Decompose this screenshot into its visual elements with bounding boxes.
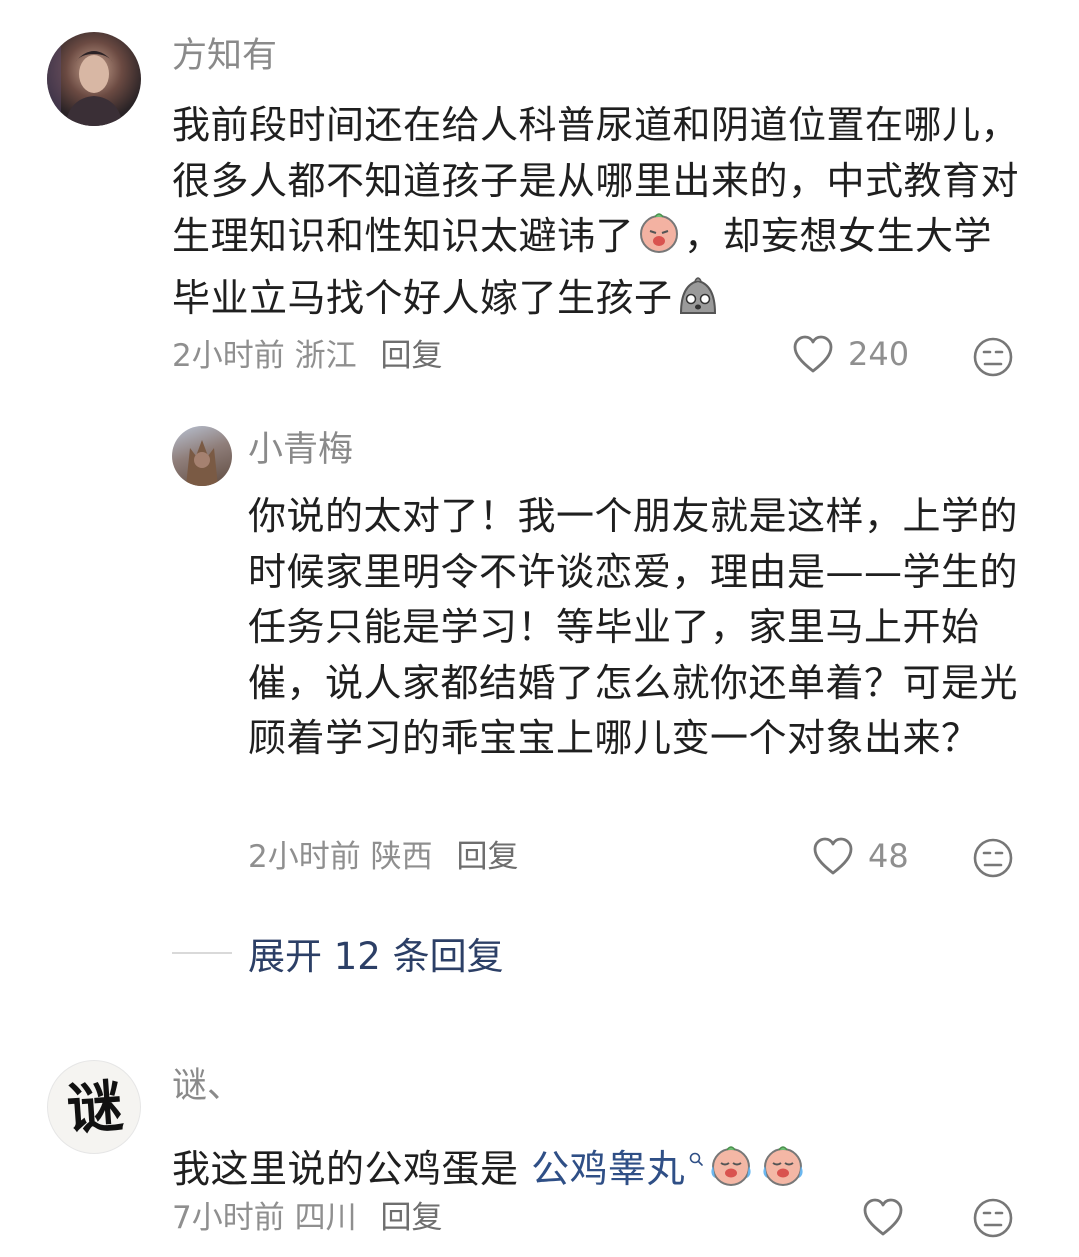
search-icon[interactable] [689,1128,705,1184]
avatar-glyph: 谜 [64,1073,126,1143]
reply-item: 小青梅 你说的太对了！我一个朋友就是这样，上学的时候家里明令不许谈恋爱，理由是—… [0,400,1079,900]
dislike-face-icon [972,337,1014,382]
crying-emoji-icon [636,209,682,271]
dislike-face-icon [972,838,1014,883]
avatar[interactable]: 谜 [47,1060,141,1154]
reply-button[interactable]: 回复 [456,839,518,875]
reply-button[interactable]: 回复 [380,1200,442,1236]
comment-text: 我前段时间还在给人科普尿道和阴道位置在哪儿，很多人都不知道孩子是从哪里出来的，中… [172,98,1022,332]
expand-replies-label: 展开 12 条回复 [248,935,504,978]
location: 浙江 [294,338,357,374]
avatar[interactable] [172,426,232,486]
expand-replies-button[interactable]: 展开 12 条回复 [172,926,504,980]
dislike-button[interactable] [972,1197,1014,1243]
dislike-button[interactable] [972,336,1014,382]
timestamp: 2小时前 [172,338,285,374]
search-link[interactable]: 公鸡睾丸 [531,1147,685,1191]
heart-icon [862,1197,904,1237]
comment-meta: 2小时前 浙江 回复 [172,336,442,376]
location: 陕西 [370,839,433,875]
location: 四川 [294,1200,357,1236]
shocked-emoji-icon [675,271,721,333]
like-button[interactable]: 48 [812,836,909,876]
heart-icon [792,334,834,374]
comment-meta: 2小时前 陕西 回复 [248,837,518,877]
username[interactable]: 小青梅 [248,430,353,470]
username[interactable]: 谜、 [172,1066,242,1106]
like-button[interactable]: 240 [792,334,909,374]
like-count: 48 [868,837,909,875]
comment-meta: 7小时前 四川 回复 [172,1198,442,1238]
comment-item: 方知有 我前段时间还在给人科普尿道和阴道位置在哪儿，很多人都不知道孩子是从哪里出… [0,0,1079,400]
comment-text: 我这里说的公鸡蛋是 公鸡睾丸 [172,1128,1032,1204]
like-button[interactable] [862,1197,904,1237]
like-count: 240 [848,335,910,373]
comment-text-part: 我这里说的公鸡蛋是 [172,1147,532,1191]
username[interactable]: 方知有 [172,36,277,76]
dislike-button[interactable] [972,837,1014,883]
heart-icon [812,836,854,876]
avatar[interactable] [47,32,141,126]
crying-emoji-icon [707,1142,755,1204]
comment-item: 谜 谜、 我这里说的公鸡蛋是 公鸡睾丸 7小时前 四川 回复 [0,1040,1079,1257]
reply-button[interactable]: 回复 [380,338,442,374]
crying-emoji-icon [759,1142,807,1204]
divider [172,952,232,954]
dislike-face-icon [972,1198,1014,1243]
timestamp: 7小时前 [172,1200,285,1236]
timestamp: 2小时前 [248,839,361,875]
comment-text: 你说的太对了！我一个朋友就是这样，上学的时候家里明令不许谈恋爱，理由是——学生的… [248,494,1019,761]
